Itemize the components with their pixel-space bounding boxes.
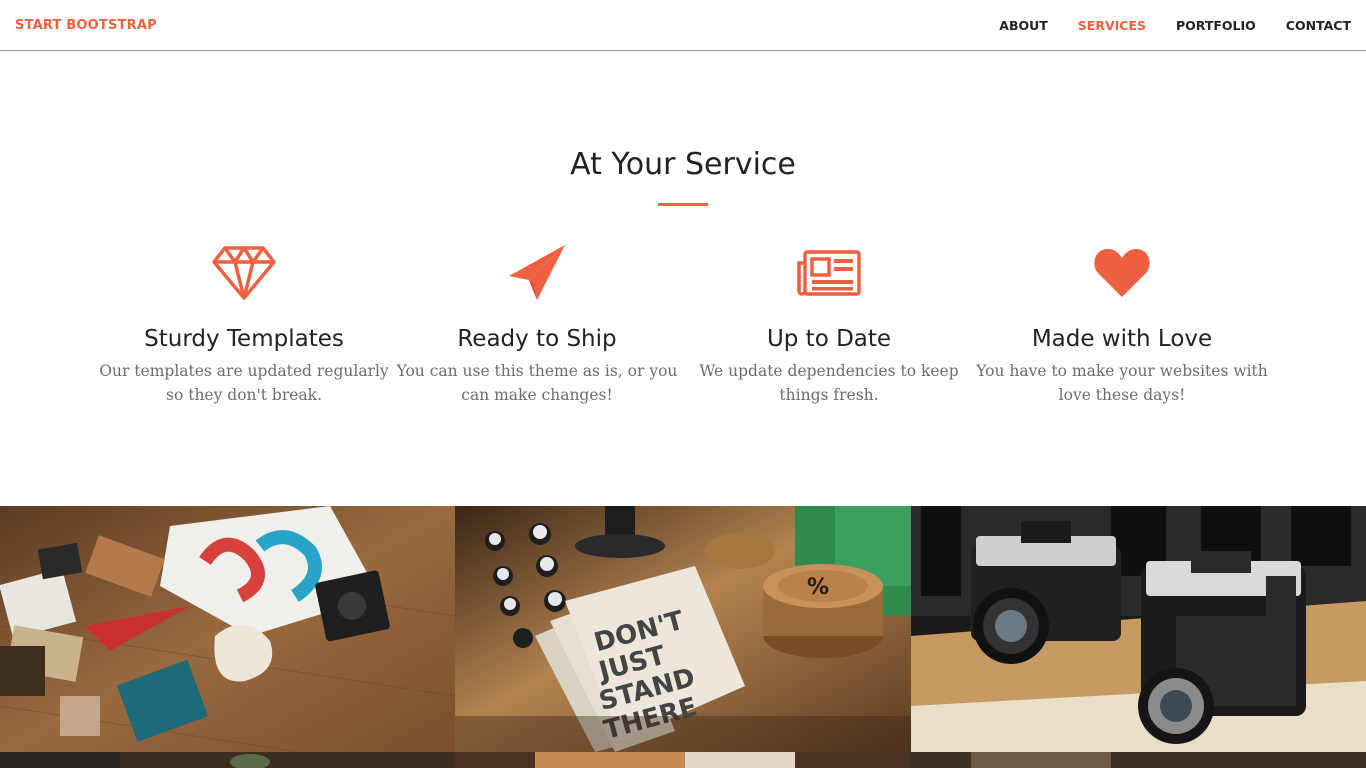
portfolio-image-cameras bbox=[911, 506, 1366, 752]
navbar: START BOOTSTRAP ABOUT SERVICES PORTFOLIO… bbox=[0, 0, 1366, 51]
heart-icon bbox=[976, 241, 1268, 305]
portfolio-item[interactable] bbox=[911, 506, 1366, 752]
portfolio-grid: DON'T JUST STAND THERE % bbox=[0, 506, 1366, 768]
portfolio-item[interactable]: DON'T JUST STAND THERE % bbox=[455, 506, 911, 752]
section-heading: At Your Service bbox=[570, 147, 796, 182]
portfolio-image bbox=[0, 752, 455, 768]
diamond-icon bbox=[98, 241, 390, 305]
portfolio-image-notebook: DON'T JUST STAND THERE % bbox=[455, 506, 911, 752]
heading-divider bbox=[658, 203, 708, 206]
nav-link-portfolio[interactable]: PORTFOLIO bbox=[1161, 0, 1271, 51]
service-item: Ready to Ship You can use this theme as … bbox=[391, 241, 683, 407]
brand-link[interactable]: START BOOTSTRAP bbox=[15, 18, 157, 33]
service-title: Up to Date bbox=[766, 326, 892, 352]
service-title: Made with Love bbox=[1031, 326, 1213, 352]
portfolio-item[interactable] bbox=[0, 506, 455, 752]
service-text: We update dependencies to keep things fr… bbox=[699, 362, 959, 404]
service-item: Made with Love You have to make your web… bbox=[976, 241, 1268, 407]
services-section: At Your Service Sturdy Templates Our tem… bbox=[0, 51, 1366, 506]
portfolio-image bbox=[911, 752, 1366, 768]
service-title: Sturdy Templates bbox=[144, 326, 344, 352]
nav-link-contact[interactable]: CONTACT bbox=[1271, 0, 1351, 51]
svg-text:%: % bbox=[807, 575, 829, 600]
service-title: Ready to Ship bbox=[457, 326, 617, 352]
paper-plane-icon bbox=[391, 241, 683, 305]
nav-link-services[interactable]: SERVICES bbox=[1063, 0, 1161, 51]
portfolio-item[interactable] bbox=[911, 752, 1366, 768]
nav-links: ABOUT SERVICES PORTFOLIO CONTACT bbox=[984, 0, 1351, 51]
nav-link-about[interactable]: ABOUT bbox=[984, 0, 1063, 51]
service-text: You have to make your websites with love… bbox=[976, 362, 1268, 404]
portfolio-item[interactable] bbox=[0, 752, 455, 768]
service-text: Our templates are updated regularly so t… bbox=[99, 362, 389, 404]
service-item: Up to Date We update dependencies to kee… bbox=[683, 241, 975, 407]
portfolio-item[interactable] bbox=[455, 752, 911, 768]
service-text: You can use this theme as is, or you can… bbox=[396, 362, 678, 404]
portfolio-image bbox=[455, 752, 911, 768]
portfolio-image-flatlay bbox=[0, 506, 455, 752]
service-item: Sturdy Templates Our templates are updat… bbox=[98, 241, 390, 407]
newspaper-icon bbox=[683, 241, 975, 305]
